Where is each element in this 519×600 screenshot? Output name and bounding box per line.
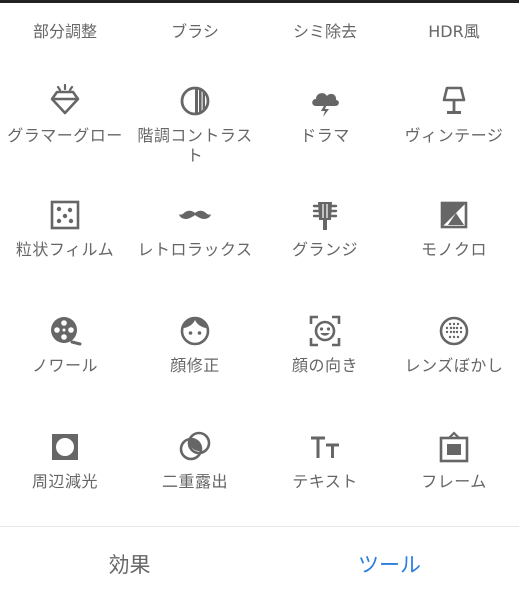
tab-effects[interactable]: 効果	[0, 527, 259, 600]
tool-retrolux[interactable]: レトロラックス	[130, 198, 260, 260]
tool-label: ノワール	[31, 356, 98, 375]
tool-grainy-film[interactable]: 粒状フィルム	[0, 198, 130, 260]
tool-brush[interactable]: ブラシ	[130, 22, 260, 42]
face-icon	[180, 316, 210, 346]
tool-label: グランジ	[291, 240, 358, 259]
bottom-tab-bar: 効果 ツール	[0, 527, 519, 600]
guitar-head-icon	[312, 202, 338, 230]
tool-label: 顔修正	[170, 356, 220, 375]
tool-label: ブラシ	[171, 22, 219, 41]
vignette-icon	[52, 434, 78, 460]
tool-partial-adjust[interactable]: 部分調整	[0, 22, 130, 42]
tool-label: HDR風	[428, 22, 480, 41]
tool-label: モノクロ	[420, 240, 487, 259]
contrast-circle-icon	[180, 86, 210, 116]
diamond-icon	[50, 84, 80, 115]
tool-label: 二重露出	[161, 472, 228, 491]
tool-glamour-glow[interactable]: グラマーグロー	[0, 84, 130, 146]
grain-dice-icon	[50, 200, 80, 230]
tool-label: シミ除去	[292, 22, 357, 41]
text-icon	[311, 436, 339, 458]
tool-label: 部分調整	[32, 22, 97, 41]
tool-hdr[interactable]: HDR風	[389, 22, 519, 42]
film-reel-icon	[51, 317, 82, 346]
tool-label: ドラマ	[300, 126, 350, 145]
tool-drama[interactable]: ドラマ	[260, 84, 390, 146]
storm-cloud-icon	[312, 93, 339, 117]
tool-label: レンズぼかし	[404, 356, 504, 375]
tool-grunge[interactable]: グランジ	[260, 198, 390, 260]
tool-label: テキスト	[292, 472, 358, 491]
tool-label: 粒状フィルム	[15, 240, 115, 259]
face-detect-icon	[309, 315, 341, 347]
frame-icon	[439, 431, 469, 463]
mono-photo-icon	[440, 201, 468, 229]
tool-vintage[interactable]: ヴィンテージ	[389, 84, 519, 146]
tool-label: 周辺減光	[31, 472, 98, 491]
tool-monochrome[interactable]: モノクロ	[389, 198, 519, 260]
tool-label: フレーム	[421, 472, 487, 491]
tools-grid: 部分調整 ブラシ シミ除去 HDR風 グラマーグロー 階調コントラスト ドラマ …	[0, 0, 519, 525]
tool-vignette[interactable]: 周辺減光	[0, 430, 130, 492]
tool-label: 階調コントラスト	[137, 126, 253, 165]
tool-label: 顔の向き	[291, 356, 358, 375]
tool-double-exposure[interactable]: 二重露出	[130, 430, 260, 492]
lens-blur-icon	[439, 316, 469, 346]
tool-lens-blur[interactable]: レンズぼかし	[389, 314, 519, 376]
tool-noir[interactable]: ノワール	[0, 314, 130, 376]
tool-label: レトロラックス	[137, 240, 253, 259]
tool-tonal-contrast[interactable]: 階調コントラスト	[130, 84, 260, 166]
lamp-icon	[442, 86, 466, 114]
tool-label: ヴィンテージ	[404, 126, 504, 145]
mustache-icon	[179, 210, 211, 219]
tool-text[interactable]: テキスト	[260, 430, 390, 492]
tool-spot-removal[interactable]: シミ除去	[260, 22, 390, 42]
tab-tools[interactable]: ツール	[260, 527, 519, 600]
tool-face-enhance[interactable]: 顔修正	[130, 314, 260, 376]
tool-head-pose[interactable]: 顔の向き	[260, 314, 390, 376]
double-exposure-icon	[179, 431, 211, 461]
tool-frame[interactable]: フレーム	[389, 430, 519, 492]
tool-label: グラマーグロー	[7, 126, 123, 145]
